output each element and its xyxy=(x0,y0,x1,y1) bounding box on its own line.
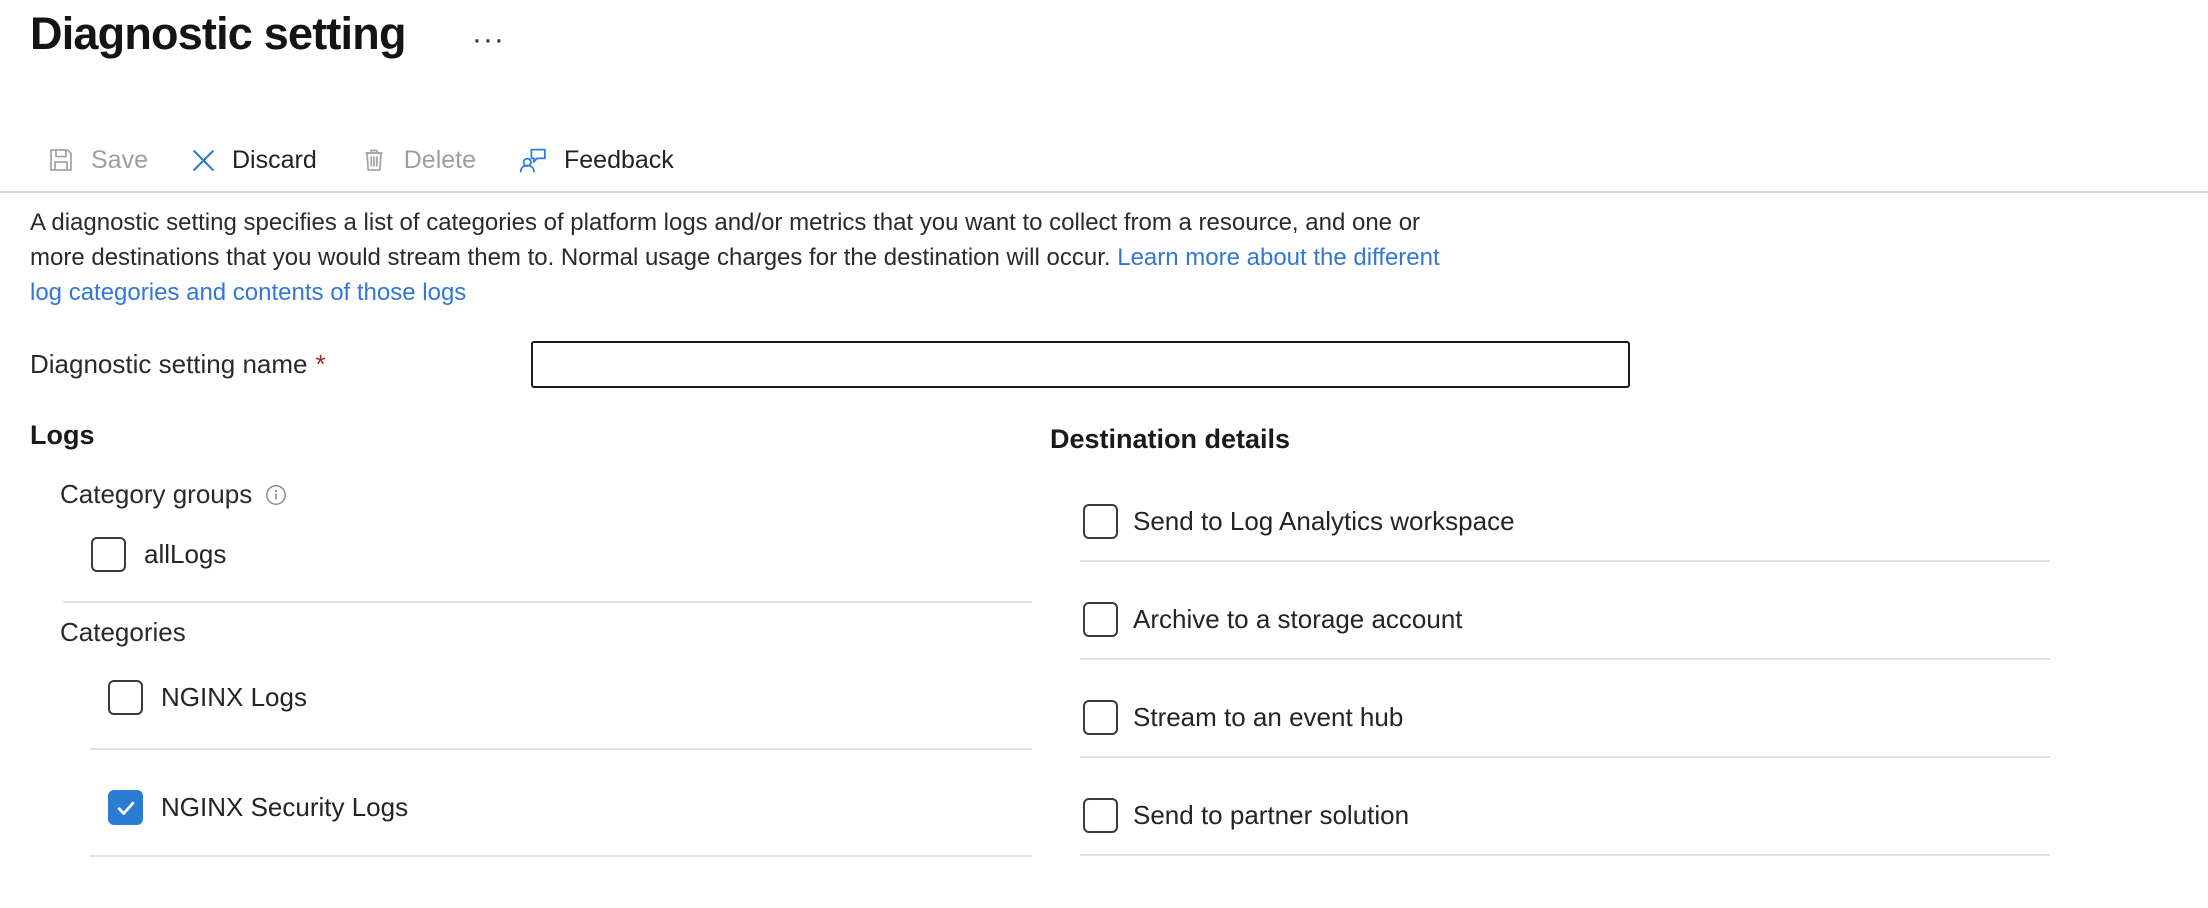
diagnostic-setting-page: Diagnostic setting ··· Save Discard xyxy=(0,0,2208,908)
storage-account-row: Archive to a storage account xyxy=(1083,602,1463,637)
discard-x-icon xyxy=(190,147,217,174)
more-options-button[interactable]: ··· xyxy=(470,26,511,58)
trash-icon xyxy=(359,145,389,175)
delete-button[interactable]: Delete xyxy=(357,141,478,179)
event-hub-row: Stream to an event hub xyxy=(1083,700,1403,735)
discard-label: Discard xyxy=(232,146,317,175)
archive-to-storage-label: Archive to a storage account xyxy=(1133,604,1463,635)
log-analytics-row: Send to Log Analytics workspace xyxy=(1083,504,1515,539)
feedback-label: Feedback xyxy=(564,146,674,175)
info-icon[interactable] xyxy=(264,483,288,507)
nginx-logs-row: NGINX Logs xyxy=(108,680,307,715)
command-bar: Save Discard Delete xyxy=(44,135,676,185)
required-asterisk: * xyxy=(315,349,325,379)
name-field-label: Diagnostic setting name * xyxy=(30,341,326,388)
send-to-partner-label: Send to partner solution xyxy=(1133,800,1409,831)
feedback-icon xyxy=(518,145,549,176)
divider xyxy=(90,748,1032,750)
categories-text: Categories xyxy=(60,617,186,648)
divider xyxy=(1080,854,2050,856)
divider xyxy=(90,855,1032,857)
toolbar-separator xyxy=(0,191,2208,193)
ellipsis-icon: ··· xyxy=(474,30,507,53)
page-title: Diagnostic setting xyxy=(30,8,406,60)
nginx-security-logs-row: NGINX Security Logs xyxy=(108,790,408,825)
description-text: A diagnostic setting specifies a list of… xyxy=(30,205,1468,310)
save-label: Save xyxy=(91,146,148,175)
alllogs-label: allLogs xyxy=(144,539,226,570)
diagnostic-setting-name-input[interactable] xyxy=(531,341,1630,388)
nginx-logs-checkbox[interactable] xyxy=(108,680,143,715)
save-button[interactable]: Save xyxy=(44,141,150,179)
alllogs-row: allLogs xyxy=(91,537,226,572)
send-to-log-analytics-label: Send to Log Analytics workspace xyxy=(1133,506,1515,537)
send-to-log-analytics-checkbox[interactable] xyxy=(1083,504,1118,539)
stream-to-event-hub-checkbox[interactable] xyxy=(1083,700,1118,735)
nginx-logs-label: NGINX Logs xyxy=(161,682,307,713)
stream-to-event-hub-label: Stream to an event hub xyxy=(1133,702,1403,733)
divider xyxy=(1080,756,2050,758)
archive-to-storage-checkbox[interactable] xyxy=(1083,602,1118,637)
discard-button[interactable]: Discard xyxy=(188,142,319,179)
alllogs-checkbox[interactable] xyxy=(91,537,126,572)
partner-solution-row: Send to partner solution xyxy=(1083,798,1409,833)
categories-label: Categories xyxy=(60,617,186,648)
feedback-button[interactable]: Feedback xyxy=(516,141,676,180)
category-groups-text: Category groups xyxy=(60,479,252,510)
name-label-text: Diagnostic setting name xyxy=(30,349,307,379)
save-icon xyxy=(46,145,76,175)
send-to-partner-checkbox[interactable] xyxy=(1083,798,1118,833)
category-groups-label: Category groups xyxy=(60,479,288,510)
destination-details-heading: Destination details xyxy=(1050,424,1290,455)
nginx-security-logs-checkbox[interactable] xyxy=(108,790,143,825)
divider xyxy=(63,601,1032,603)
delete-label: Delete xyxy=(404,146,476,175)
nginx-security-logs-label: NGINX Security Logs xyxy=(161,792,408,823)
logs-heading: Logs xyxy=(30,420,95,451)
divider xyxy=(1080,560,2050,562)
divider xyxy=(1080,658,2050,660)
